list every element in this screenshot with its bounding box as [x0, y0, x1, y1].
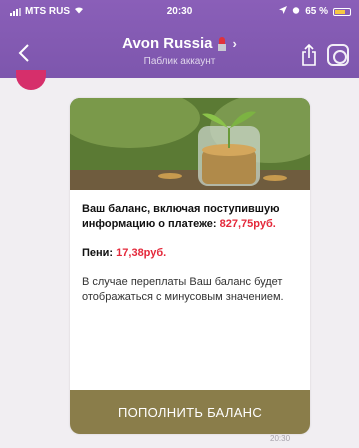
- message-body: Ваш баланс, включая поступившую информац…: [82, 202, 300, 305]
- penalty-label: Пени:: [82, 247, 117, 259]
- chat-title[interactable]: Avon Russia ›: [122, 35, 237, 52]
- balance-paragraph: Ваш баланс, включая поступившую информац…: [82, 202, 300, 232]
- status-bar: MTS RUS 20:30 65 %: [0, 0, 359, 22]
- penalty-value: 17,38руб.: [116, 247, 167, 259]
- alarm-icon: [292, 6, 300, 17]
- chevron-right-icon: ›: [232, 36, 237, 51]
- location-icon: [279, 6, 288, 17]
- balance-value: 827,75руб.: [219, 218, 276, 230]
- overpayment-note: В случае переплаты Ваш баланс будет отоб…: [82, 276, 284, 303]
- message-card: Ваш баланс, включая поступившую информац…: [70, 98, 310, 434]
- coin-jar-image: [70, 98, 310, 190]
- penalty-paragraph: Пени: 17,38руб.: [82, 246, 300, 261]
- top-up-balance-button[interactable]: ПОПОЛНИТЬ БАЛАНС: [70, 390, 310, 434]
- viber-icon[interactable]: [327, 44, 349, 66]
- battery-icon: [333, 7, 351, 16]
- message-time: 20:30: [270, 434, 291, 443]
- share-icon[interactable]: [301, 43, 317, 71]
- battery-label: 65 %: [305, 6, 328, 17]
- status-right: 65 %: [279, 6, 351, 17]
- avatar[interactable]: [16, 70, 46, 90]
- lipstick-icon: [218, 36, 227, 51]
- chat-title-text: Avon Russia: [122, 35, 213, 52]
- chat-header: MTS RUS 20:30 65 % Avon Russia › Паблик …: [0, 0, 359, 78]
